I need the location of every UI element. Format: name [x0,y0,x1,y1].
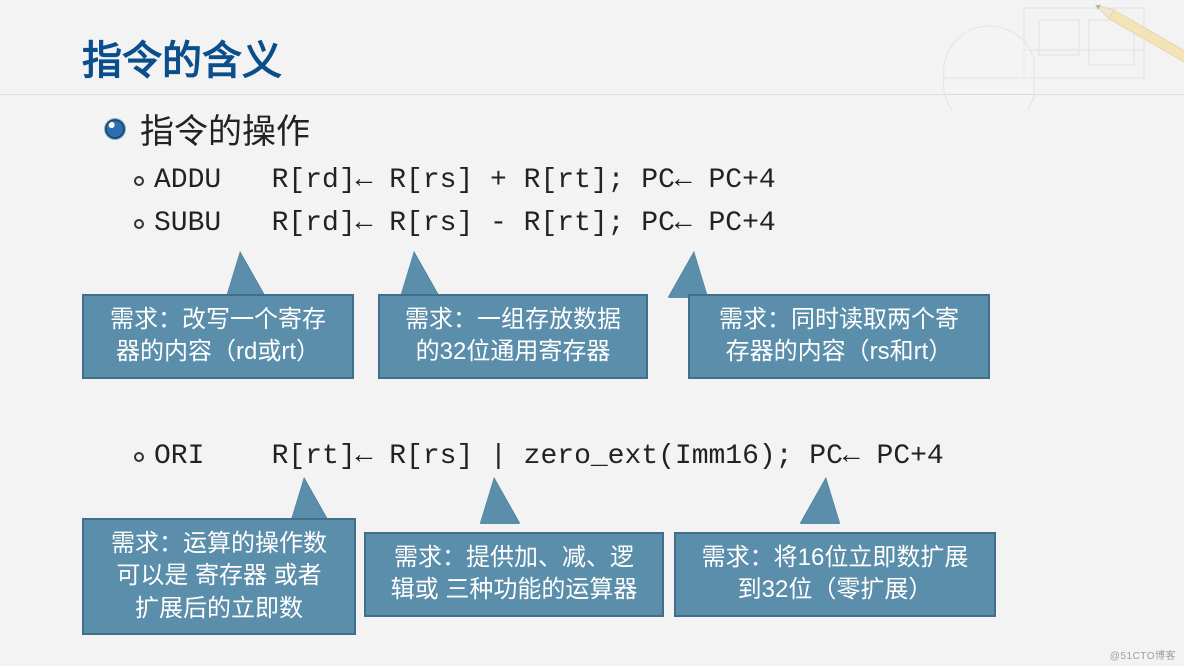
watermark: @51CTO博客 [1110,647,1176,662]
callout-text: 到32位（零扩展） [686,574,984,606]
callout-operand-sources: 需求：运算的操作数 可以是 寄存器 或者 扩展后的立即数 [82,518,356,635]
callout-text: 需求：提供加、减、逻 [394,544,634,571]
sub-bullet-icon [134,452,144,462]
instruction-addu: ADDU R[rd]← R[rs] + R[rt]; PC← PC+4 [134,165,1104,196]
sub-bullet-icon [134,176,144,186]
code-text: ADDU R[rd]← R[rs] + R[rt]; PC← PC+4 [154,165,776,196]
callout-text: 扩展后的立即数 [90,593,348,625]
callout-text: 辑或 三种功能的运算器 [376,574,652,606]
section-title: 指令的操作 [140,104,310,153]
code-text: ORI R[rt]← R[rs] | zero_ext(Imm16); PC← … [154,441,944,472]
bullet-icon [104,118,126,140]
section-bullet: 指令的操作 [104,104,1104,153]
divider [0,94,1184,95]
callout-alu-ops: 需求：提供加、减、逻 辑或 三种功能的运算器 [364,532,664,617]
instruction-ori: ORI R[rt]← R[rs] | zero_ext(Imm16); PC← … [134,441,1104,472]
callout-text: 需求：将16位立即数扩展 [702,544,969,571]
slide-title: 指令的含义 [0,0,1184,86]
callout-text: 可以是 寄存器 或者 [90,560,348,592]
callout-text: 需求：运算的操作数 [111,530,327,557]
instruction-subu: SUBU R[rd]← R[rs] - R[rt]; PC← PC+4 [134,208,1104,239]
code-text: SUBU R[rd]← R[rs] - R[rt]; PC← PC+4 [154,208,776,239]
callout-zero-ext: 需求：将16位立即数扩展 到32位（零扩展） [674,532,996,617]
sub-bullet-icon [134,219,144,229]
